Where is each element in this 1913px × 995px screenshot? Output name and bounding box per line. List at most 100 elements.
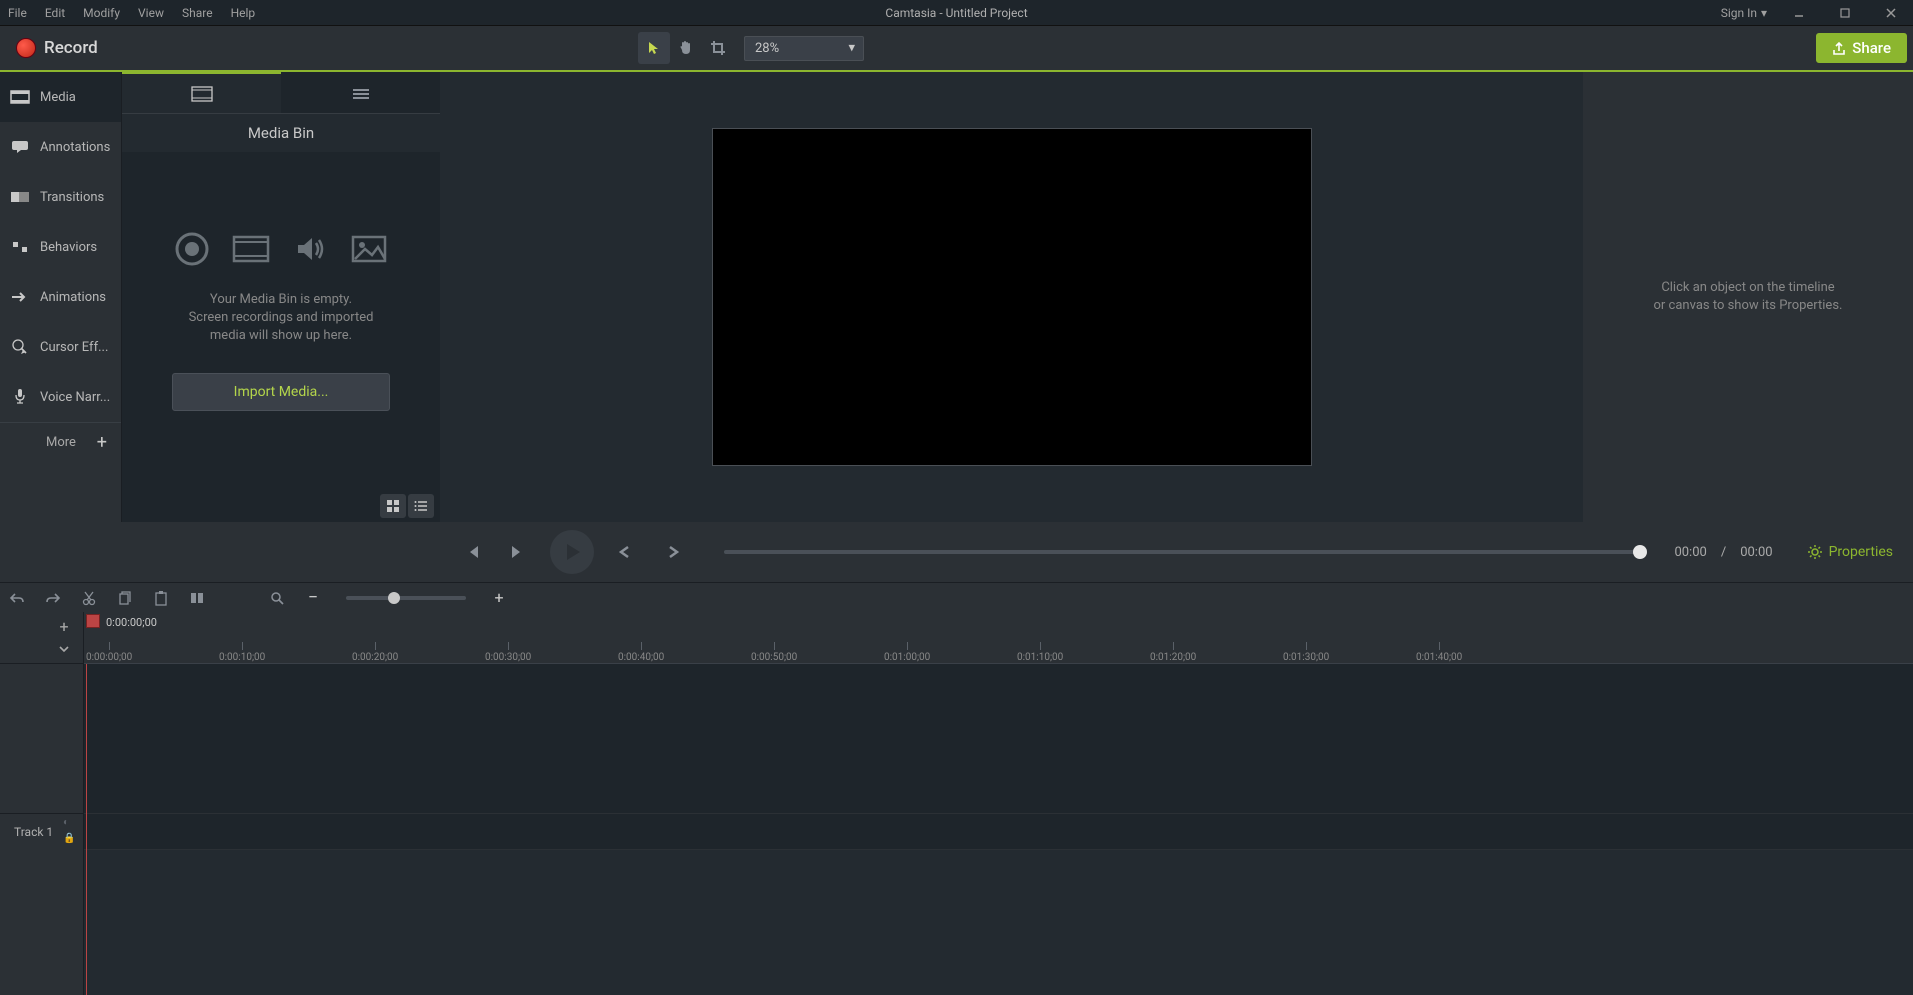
chevron-down-icon: ▾ <box>1761 6 1767 20</box>
play-button[interactable] <box>550 530 594 574</box>
media-bin-tab[interactable] <box>122 72 281 113</box>
canvas-zoom-select[interactable]: 28% ▾ <box>744 36 864 61</box>
sidebar-item-animations[interactable]: Animations <box>0 272 121 322</box>
share-label: Share <box>1852 39 1891 57</box>
sidebar-label: Transitions <box>40 190 104 205</box>
properties-panel: Click an object on the timeline or canva… <box>1583 72 1913 522</box>
sidebar-item-transitions[interactable]: Transitions <box>0 172 121 222</box>
list-view-button[interactable] <box>408 494 434 518</box>
track-1-row[interactable] <box>84 814 1913 850</box>
zoom-in-button[interactable]: + <box>488 587 510 609</box>
collapse-tracks-button[interactable] <box>53 639 75 659</box>
select-tool[interactable] <box>638 32 670 64</box>
menu-help[interactable]: Help <box>231 6 256 20</box>
import-media-button[interactable]: Import Media... <box>172 373 390 411</box>
record-label: Record <box>44 38 98 58</box>
window-title: Camtasia - Untitled Project <box>885 6 1027 20</box>
ruler-tick: 0:00:40;00 <box>618 642 664 663</box>
ruler-tick: 0:00:00;00 <box>86 642 132 663</box>
record-button[interactable]: Record <box>6 34 108 62</box>
sidebar-more[interactable]: More + <box>0 422 121 462</box>
paste-button[interactable] <box>150 587 172 609</box>
share-button[interactable]: Share <box>1816 33 1907 63</box>
grid-icon <box>386 499 400 513</box>
signin-menu[interactable]: Sign In ▾ <box>1721 6 1767 20</box>
close-button[interactable] <box>1877 3 1905 23</box>
titlebar: File Edit Modify View Share Help Camtasi… <box>0 0 1913 26</box>
cut-button[interactable] <box>78 587 100 609</box>
filmstrip-icon <box>191 86 213 102</box>
time-separator: / <box>1721 545 1726 560</box>
tool-sidebar: Media Annotations Transitions Behaviors … <box>0 72 122 522</box>
player-controls: 00:00 / 00:00 Properties <box>0 522 1913 582</box>
toolbar: Record 28% ▾ Share <box>0 26 1913 72</box>
current-time: 00:00 <box>1674 545 1706 560</box>
pan-tool[interactable] <box>670 32 702 64</box>
more-label: More <box>46 435 76 450</box>
scrubber-thumb[interactable] <box>1633 545 1647 559</box>
next-frame-button[interactable] <box>502 535 536 569</box>
timeline-ruler[interactable]: 0:00:00;00 0:00:00;00 0:00:10;00 0:00:20;0… <box>84 612 1913 664</box>
menu-share[interactable]: Share <box>182 6 213 20</box>
library-tab[interactable] <box>281 72 440 113</box>
track-lock-icon[interactable]: 🔒 <box>63 833 77 847</box>
menu-view[interactable]: View <box>138 6 164 20</box>
playhead-time: 0:00:00;00 <box>106 616 157 629</box>
media-bin-panel: Media Bin Your Media Bin is empty. Scree… <box>122 72 440 522</box>
chevron-down-icon: ▾ <box>848 41 855 56</box>
preview-canvas[interactable] <box>712 128 1312 466</box>
zoom-search[interactable] <box>266 587 288 609</box>
player-scrubber[interactable] <box>724 550 1640 554</box>
sidebar-item-cursor-effects[interactable]: Cursor Eff... <box>0 322 121 372</box>
zoom-out-button[interactable]: − <box>302 587 324 609</box>
prev-frame-button[interactable] <box>454 535 488 569</box>
menu-file[interactable]: File <box>8 6 27 20</box>
ruler-tick: 0:00:10;00 <box>219 642 265 663</box>
crop-tool[interactable] <box>702 32 734 64</box>
sidebar-label: Voice Narr... <box>40 390 110 405</box>
split-button[interactable] <box>186 587 208 609</box>
timeline-toolbar: − + <box>0 582 1913 612</box>
canvas-area <box>440 72 1583 522</box>
play-icon <box>560 540 584 564</box>
plus-icon: + <box>97 432 107 453</box>
behavior-icon <box>10 239 30 255</box>
copy-button[interactable] <box>114 587 136 609</box>
ruler-tick: 0:00:20;00 <box>352 642 398 663</box>
list-icon <box>414 499 428 513</box>
sidebar-label: Media <box>40 90 76 105</box>
track-visibility-icon[interactable]: ◐ <box>63 817 77 831</box>
media-type-icons <box>174 231 388 267</box>
sidebar-item-voice-narration[interactable]: Voice Narr... <box>0 372 121 422</box>
mic-icon <box>10 389 30 405</box>
menu-edit[interactable]: Edit <box>45 6 65 20</box>
sidebar-item-behaviors[interactable]: Behaviors <box>0 222 121 272</box>
step-back-button[interactable] <box>608 535 642 569</box>
cursor-icon <box>10 339 30 355</box>
media-icon <box>10 89 30 105</box>
menu-modify[interactable]: Modify <box>83 6 120 20</box>
sidebar-item-annotations[interactable]: Annotations <box>0 122 121 172</box>
sidebar-item-media[interactable]: Media <box>0 72 121 122</box>
undo-button[interactable] <box>6 587 28 609</box>
share-icon <box>1832 41 1846 55</box>
ruler-tick: 0:01:40;00 <box>1416 642 1462 663</box>
sidebar-label: Behaviors <box>40 240 97 255</box>
record-icon <box>16 38 36 58</box>
track-1-header[interactable]: Track 1 ◐ 🔒 <box>0 814 83 850</box>
gear-icon <box>1807 544 1823 560</box>
properties-button[interactable]: Properties <box>1807 544 1893 560</box>
image-media-icon <box>350 231 388 267</box>
step-forward-button[interactable] <box>656 535 690 569</box>
add-track-button[interactable]: + <box>53 617 75 637</box>
minimize-button[interactable] <box>1785 3 1813 23</box>
track-area-empty[interactable] <box>84 664 1913 814</box>
zoom-slider-thumb[interactable] <box>388 592 400 604</box>
ruler-tick: 0:01:20;00 <box>1150 642 1196 663</box>
timeline-zoom-slider[interactable] <box>346 596 466 600</box>
animation-icon <box>10 289 30 305</box>
redo-button[interactable] <box>42 587 64 609</box>
grid-view-button[interactable] <box>380 494 406 518</box>
playhead[interactable] <box>86 614 100 628</box>
maximize-button[interactable] <box>1831 3 1859 23</box>
